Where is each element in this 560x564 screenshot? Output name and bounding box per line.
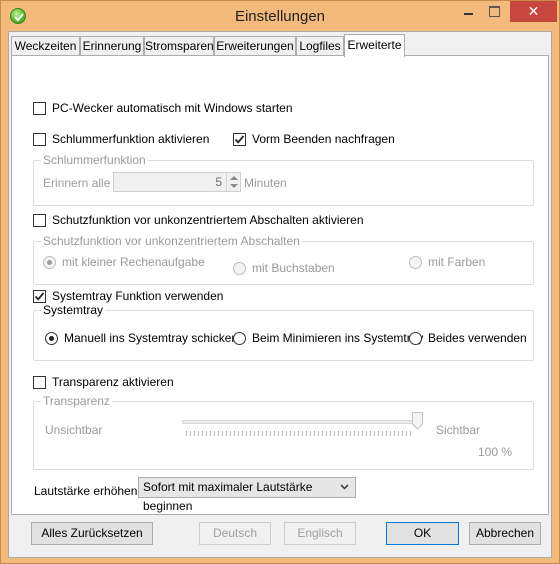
snooze-group-title: Schlummerfunktion — [41, 153, 148, 167]
protect-option-colors-label: mit Farben — [428, 255, 486, 269]
minimize-button[interactable] — [455, 1, 481, 22]
volume-label: Lautstärke erhöhen — [34, 484, 138, 498]
radio-dot — [409, 331, 422, 345]
transparency-value-label: 100 % — [478, 445, 513, 459]
transparency-max-label: Sichtbar — [436, 423, 481, 437]
reset-all-button[interactable]: Alles Zurücksetzen — [31, 522, 153, 545]
tray-option-minimize[interactable]: Beim Minimieren ins Systemtray — [233, 330, 423, 346]
confirm-exit-checkbox[interactable]: Vorm Beenden nachfragen — [233, 131, 395, 147]
protect-option-letters-label: mit Buchstaben — [252, 261, 335, 275]
radio-dot — [233, 261, 246, 275]
spin-down-arrow-icon[interactable] — [230, 184, 238, 188]
protect-option-colors[interactable]: mit Farben — [409, 254, 485, 270]
protect-option-math[interactable]: mit kleiner Rechenaufgabe — [43, 254, 205, 270]
tab-panel-erweiterte: PC-Wecker automatisch mit Windows starte… — [11, 55, 549, 515]
protect-option-letters[interactable]: mit Buchstaben — [233, 260, 335, 276]
dialog-client-area: Weckzeiten Erinnerung Stromsparen Erweit… — [8, 31, 552, 558]
autostart-checkbox[interactable]: PC-Wecker automatisch mit Windows starte… — [33, 100, 293, 116]
checkbox-box — [33, 289, 46, 303]
tab-erinnerung[interactable]: Erinnerung — [80, 36, 144, 56]
checkbox-box — [233, 132, 246, 146]
tray-option-both[interactable]: Beides verwenden — [409, 330, 527, 346]
transparency-slider-thumb[interactable] — [411, 412, 423, 430]
volume-dropdown-value: Sofort mit maximaler Lautstärke beginnen — [143, 480, 313, 513]
transparency-label: Transparenz aktivieren — [52, 375, 174, 389]
tray-option-manual-label: Manuell ins Systemtray schicken — [64, 331, 239, 345]
maximize-button[interactable] — [481, 1, 507, 22]
tray-checkbox[interactable]: Systemtray Funktion verwenden — [33, 288, 223, 304]
chevron-down-icon — [340, 484, 349, 490]
transparency-slider-track[interactable] — [182, 420, 418, 424]
tray-label: Systemtray Funktion verwenden — [52, 289, 224, 303]
checkbox-box — [33, 132, 46, 146]
confirm-exit-label: Vorm Beenden nachfragen — [252, 132, 395, 146]
radio-dot — [43, 255, 56, 269]
tab-erweiterungen[interactable]: Erweiterungen — [214, 36, 296, 56]
tab-stromsparen[interactable]: Stromsparen — [144, 36, 214, 56]
tray-group-title: Systemtray — [41, 303, 106, 317]
checkmark-icon — [34, 291, 45, 301]
tab-erweiterte[interactable]: Erweiterte — [344, 34, 405, 57]
transparency-min-label: Unsichtbar — [45, 423, 103, 437]
protect-label: Schutzfunktion vor unkonzentriertem Absc… — [52, 213, 364, 227]
radio-dot — [233, 331, 246, 345]
volume-dropdown[interactable]: Sofort mit maximaler Lautstärke beginnen — [138, 477, 356, 513]
tab-logfiles[interactable]: Logfiles — [296, 36, 344, 56]
snooze-checkbox[interactable]: Schlummerfunktion aktivieren — [33, 131, 209, 147]
transparency-checkbox[interactable]: Transparenz aktivieren — [33, 374, 174, 390]
title-bar[interactable]: Einstellungen ✕ — [1, 1, 559, 31]
close-button[interactable]: ✕ — [510, 1, 557, 22]
tray-option-manual[interactable]: Manuell ins Systemtray schicken — [45, 330, 238, 346]
transparency-slider-ticks — [186, 431, 414, 436]
checkbox-box — [33, 101, 46, 115]
spin-up-arrow-icon[interactable] — [230, 176, 238, 180]
radio-dot — [45, 331, 58, 345]
tab-weckzeiten[interactable]: Weckzeiten — [11, 36, 80, 56]
protect-group-title: Schutzfunktion vor unkonzentriertem Absc… — [41, 234, 302, 248]
checkmark-icon — [234, 134, 245, 144]
tray-option-both-label: Beides verwenden — [428, 331, 527, 345]
settings-window: Einstellungen ✕ Weckzeiten Erinnerung St… — [0, 0, 560, 564]
remind-label: Erinnern alle — [43, 176, 111, 190]
checkbox-box — [33, 213, 46, 227]
spin-arrows[interactable] — [226, 173, 240, 191]
german-button[interactable]: Deutsch — [199, 522, 271, 545]
protect-option-math-label: mit kleiner Rechenaufgabe — [62, 255, 205, 269]
snooze-label: Schlummerfunktion aktivieren — [52, 132, 210, 146]
tray-option-minimize-label: Beim Minimieren ins Systemtray — [252, 331, 424, 345]
transparency-group-title: Transparenz — [41, 394, 112, 408]
radio-dot — [409, 255, 422, 269]
protect-checkbox[interactable]: Schutzfunktion vor unkonzentriertem Absc… — [33, 212, 364, 228]
ok-button[interactable]: OK — [386, 522, 459, 545]
minutes-unit-label: Minuten — [244, 176, 287, 190]
snooze-minutes-value: 5 — [215, 175, 222, 189]
snooze-minutes-stepper[interactable]: 5 — [113, 172, 241, 192]
checkbox-box — [33, 375, 46, 389]
cancel-button[interactable]: Abbrechen — [469, 522, 541, 545]
english-button[interactable]: Englisch — [284, 522, 356, 545]
autostart-label: PC-Wecker automatisch mit Windows starte… — [52, 101, 293, 115]
